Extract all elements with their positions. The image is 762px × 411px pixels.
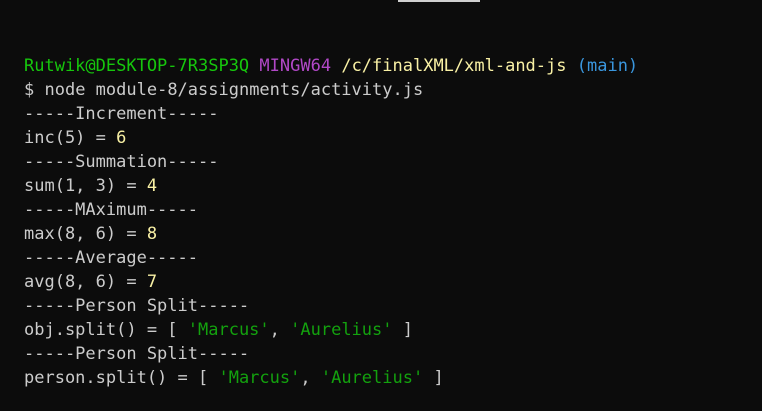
summation-header: -----Summation----- (24, 152, 219, 172)
prompt-user-host: Rutwik@DESKTOP-7R3SP3Q (24, 56, 250, 76)
increment-expression: inc(5) = (24, 128, 117, 148)
maximum-value: 8 (146, 224, 158, 244)
window-top-divider (398, 0, 480, 2)
prompt-symbol: $ (24, 80, 35, 100)
shell-prompt-line: Rutwik@DESKTOP-7R3SP3Q MINGW64 /c/finalX… (24, 54, 754, 78)
obj-split-expression: obj.split() = [ (24, 320, 188, 340)
prompt-system: MINGW64 (259, 56, 332, 76)
increment-result-line: inc(5) = 6 (24, 126, 754, 150)
average-header: -----Average----- (24, 248, 198, 268)
summation-expression: sum(1, 3) = (24, 176, 147, 196)
terminal-output[interactable]: Rutwik@DESKTOP-7R3SP3Q MINGW64 /c/finalX… (24, 54, 754, 390)
maximum-result-line: max(8, 6) = 8 (24, 222, 754, 246)
person-split-close-bracket: ] (423, 368, 444, 388)
obj-split-second-string: 'Aurelius' (290, 320, 393, 340)
person-split-header: -----Person Split----- (24, 296, 250, 316)
obj-split-close-bracket: ] (392, 320, 413, 340)
person-split-expression: person.split() = [ (24, 368, 219, 388)
summation-value: 4 (146, 176, 158, 196)
average-result-line: avg(8, 6) = 7 (24, 270, 754, 294)
average-expression: avg(8, 6) = (24, 272, 147, 292)
maximum-expression: max(8, 6) = (24, 224, 147, 244)
increment-value: 6 (116, 128, 127, 148)
maximum-header: -----MAximum----- (24, 200, 198, 220)
obj-split-first-string: 'Marcus' (187, 320, 270, 340)
person-split-first-string: 'Marcus' (218, 368, 301, 388)
person-split-separator: , (300, 368, 321, 388)
person-split-header: -----Person Split----- (24, 344, 250, 364)
increment-header: -----Increment----- (24, 104, 219, 124)
prompt-path: /c/finalXML/xml-and-js (341, 56, 567, 76)
person-split-second-string: 'Aurelius' (320, 368, 424, 388)
command-text: node module-8/assignments/activity.js (44, 80, 424, 100)
command-line: $ node module-8/assignments/activity.js (24, 78, 754, 102)
obj-split-result-line: obj.split() = [ 'Marcus', 'Aurelius' ] (24, 318, 754, 342)
obj-split-separator: , (269, 320, 291, 340)
person-split-result-line: person.split() = [ 'Marcus', 'Aurelius' … (24, 366, 754, 390)
prompt-git-branch: (main) (576, 56, 639, 76)
average-value: 7 (146, 272, 158, 292)
summation-result-line: sum(1, 3) = 4 (24, 174, 754, 198)
